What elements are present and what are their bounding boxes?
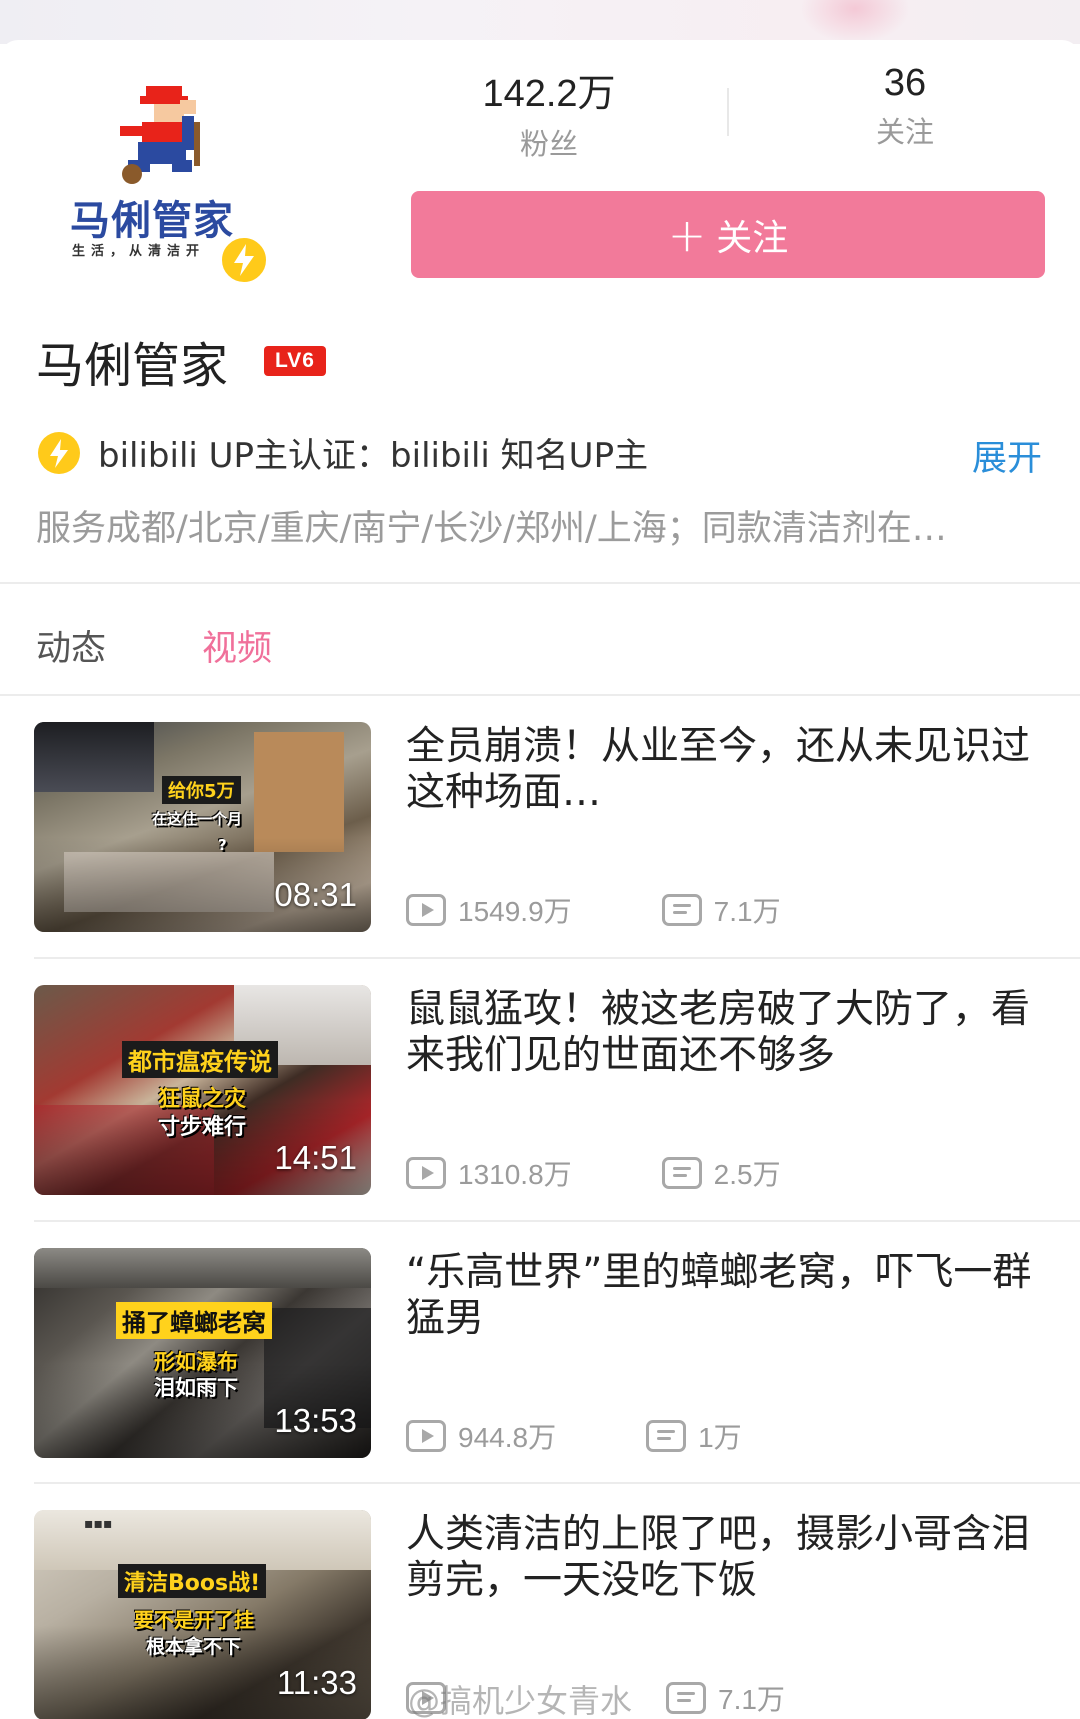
tab-divider	[0, 694, 1080, 696]
fans-count: 142.2万	[482, 73, 616, 115]
profile-header: 马俐管家 生活，从清洁开 142.2万 粉丝 36 关注 + 关注 马俐管家 L…	[0, 40, 1080, 580]
video-duration: 11:33	[276, 1664, 357, 1701]
section-divider	[0, 582, 1080, 584]
danmaku-icon	[666, 1682, 706, 1714]
row-divider	[34, 957, 1080, 959]
channel-description: 服务成都/北京/重庆/南宁/长沙/郑州/上海；同款清洁剂在…	[36, 509, 947, 549]
logo-text: 马俐管家	[70, 198, 234, 244]
thumbnail-caption: 在这住一个月	[152, 810, 243, 828]
channel-name: 马俐管家	[36, 338, 229, 394]
lightning-icon	[218, 234, 270, 286]
danmaku-icon	[646, 1420, 687, 1452]
mascot-logo-icon	[120, 86, 200, 184]
follow-button[interactable]: + 关注	[411, 191, 1045, 278]
fans-stat[interactable]: 142.2万 粉丝	[449, 62, 649, 163]
plus-icon: +	[667, 207, 707, 262]
watermark: @搞机少女青水	[408, 1682, 633, 1719]
view-count: 1549.9万	[458, 896, 572, 927]
thumbnail-caption: 根本拿不下	[146, 1636, 242, 1658]
thumbnail-caption: 给你5万	[162, 776, 241, 804]
avatar[interactable]: 马俐管家 生活，从清洁开	[52, 58, 270, 304]
video-thumbnail[interactable]: 给你5万 在这住一个月 ? 08:31	[34, 722, 371, 932]
thumbnail-caption: 捅了蟑螂老窝	[116, 1302, 272, 1339]
danmaku-icon	[661, 894, 702, 926]
tab-videos[interactable]: 视频	[202, 620, 272, 671]
view-count: 1310.8万	[458, 1159, 572, 1190]
video-meta: 1549.9万 7.1万	[406, 890, 781, 930]
danmaku-icon	[661, 1157, 702, 1189]
video-duration: 14:51	[274, 1139, 357, 1176]
play-icon	[406, 1157, 446, 1189]
thumbnail-caption: 清洁Boos战!	[118, 1564, 267, 1598]
thumbnail-caption: 要不是开了挂	[134, 1608, 254, 1632]
row-divider	[34, 1482, 1080, 1484]
verification-text: bilibili UP主认证：bilibili 知名UP主	[98, 436, 649, 476]
banner-decoration	[800, 0, 910, 44]
following-stat[interactable]: 36 关注	[805, 62, 1005, 151]
tab-dynamic[interactable]: 动态	[36, 620, 106, 671]
video-duration: 08:31	[274, 876, 357, 913]
thumbnail-caption: ?	[218, 836, 227, 854]
video-thumbnail[interactable]: ▪▪▪ 清洁Boos战! 要不是开了挂 根本拿不下 11:33	[34, 1510, 371, 1719]
comment-count: 7.1万	[713, 896, 781, 927]
play-icon	[406, 894, 446, 926]
video-title[interactable]: 鼠鼠猛攻！被这老房破了大防了，看来我们见的世面还不够多	[406, 987, 1046, 1079]
comment-count: 1万	[698, 1422, 742, 1453]
video-thumbnail[interactable]: 捅了蟑螂老窝 形如瀑布 泪如雨下 13:53	[34, 1248, 371, 1458]
following-count: 36	[883, 62, 927, 104]
name-row: 马俐管家 LV6	[36, 326, 327, 396]
level-badge: LV6	[264, 346, 327, 376]
verification-row: bilibili UP主认证：bilibili 知名UP主	[38, 428, 648, 477]
video-title[interactable]: 全员崩溃！从业至今，还从未见识过这种场面…	[406, 724, 1046, 816]
video-item[interactable]: 都市瘟疫传说 狂鼠之灾 寸步难行 14:51 鼠鼠猛攻！被这老房破了大防了，看来…	[0, 985, 1080, 1247]
logo-tagline: 生活，从清洁开	[72, 244, 206, 259]
thumbnail-caption: 寸步难行	[158, 1115, 247, 1140]
video-item[interactable]: 捅了蟑螂老窝 形如瀑布 泪如雨下 13:53 “乐高世界”里的蟑螂老窝，吓飞一群…	[0, 1248, 1080, 1510]
expand-link[interactable]: 展开	[972, 430, 1042, 481]
thumbnail-caption: 泪如雨下	[154, 1376, 238, 1400]
video-duration: 13:53	[274, 1402, 357, 1439]
view-count: 944.8万	[458, 1422, 557, 1453]
fans-label: 粉丝	[519, 127, 578, 161]
row-divider	[34, 1220, 1080, 1222]
comment-count: 2.5万	[713, 1159, 781, 1190]
video-item[interactable]: 给你5万 在这住一个月 ? 08:31 全员崩溃！从业至今，还从未见识过这种场面…	[0, 722, 1080, 984]
tab-bar: 动态 视频	[0, 590, 1080, 698]
thumbnail-caption: 都市瘟疫传说	[122, 1041, 278, 1078]
video-thumbnail[interactable]: 都市瘟疫传说 狂鼠之灾 寸步难行 14:51	[34, 985, 371, 1195]
video-title[interactable]: “乐高世界”里的蟑螂老窝，吓飞一群猛男	[406, 1250, 1046, 1342]
video-title[interactable]: 人类清洁的上限了吧，摄影小哥含泪剪完，一天没吃下饭	[406, 1512, 1046, 1604]
video-meta: 1310.8万 2.5万	[406, 1153, 781, 1193]
comment-count: 7.1万	[718, 1684, 785, 1715]
video-meta: 944.8万 1万	[406, 1416, 742, 1456]
following-label: 关注	[875, 115, 934, 149]
profile-banner	[0, 0, 1080, 44]
follow-button-label: 关注	[716, 217, 789, 259]
play-icon	[406, 1420, 446, 1452]
stat-divider	[727, 88, 729, 136]
verified-lightning-icon	[38, 431, 80, 474]
